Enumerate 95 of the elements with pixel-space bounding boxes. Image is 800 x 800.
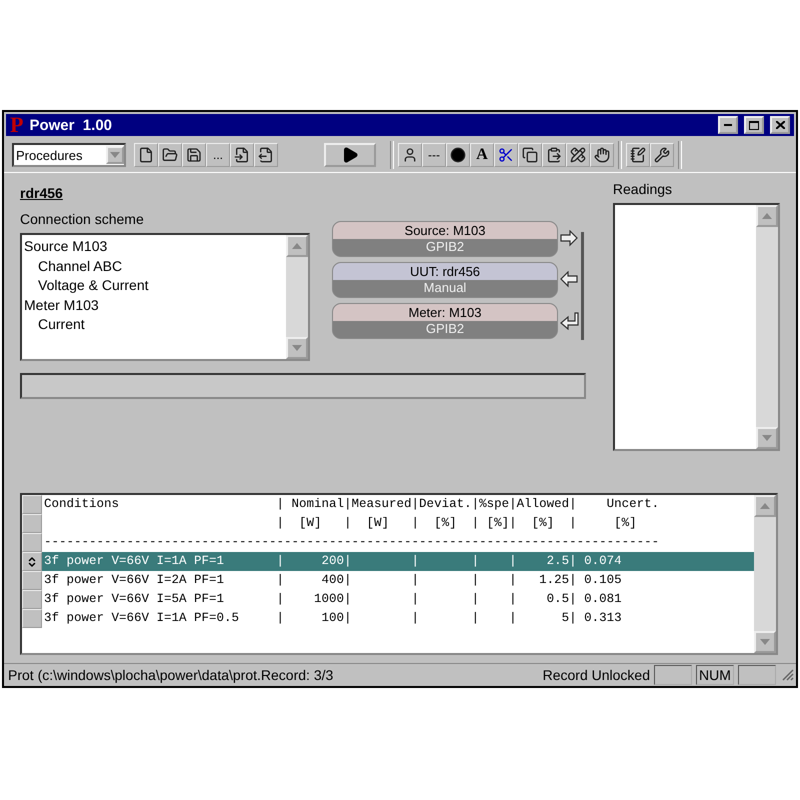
tree-item[interactable]: Voltage & Current [24,276,149,296]
copy-icon [522,147,538,163]
scrollbar[interactable] [286,235,308,359]
play-icon [341,146,359,164]
status-pane [738,665,776,685]
down-arrow-icon [292,345,302,351]
down-arrow-icon [760,639,770,645]
notepad-icon [630,147,646,163]
new-file-icon [138,147,154,163]
tree-item[interactable]: Current [24,315,85,334]
head-icon [402,147,418,163]
close-icon [776,121,784,129]
window-title: Power 1.00 [29,116,113,134]
minimize-icon [724,124,732,126]
open-folder-icon [162,147,178,163]
table-row[interactable]: ---------------------------------------------------------------------------------- [42,533,754,552]
file-path: Prot (c:\windows\plocha\power\data\prot. [8,667,261,683]
table-row[interactable]: 3f power V=66V I=2A PF=1 | 400| | | | 1.25| 0.105 [42,571,754,590]
procedures-dropdown[interactable]: Procedures [12,143,126,167]
tree-item[interactable]: Channel ABC [24,256,122,276]
scroll-up-button[interactable] [286,235,308,257]
resize-grip-icon [782,669,794,681]
toolbar-button[interactable]: --- [422,143,446,167]
num-lock-indicator: NUM [696,665,734,685]
scroll-down-button[interactable] [756,427,778,449]
app-logo: P [10,115,24,135]
toolbar-button[interactable] [542,143,566,167]
right-arrow-icon [560,230,579,248]
lock-status: Record Unlocked [542,667,650,683]
toolbar-button[interactable] [182,143,206,167]
export-file-icon [258,147,274,163]
wrench-icon [654,147,670,163]
tree-item[interactable]: Source M103 [24,237,108,256]
pencil-ruler-icon [570,147,586,163]
row-selector[interactable] [22,552,42,571]
scissors-icon [498,147,514,163]
device-title: UUT: rdr456 [333,263,557,280]
toolbar-button[interactable] [254,143,278,167]
paste-icon [546,147,562,163]
toolbar-button[interactable] [446,143,470,167]
device-title: Meter: M103 [333,304,557,321]
down-arrow-icon [762,435,772,441]
dropdown-button[interactable] [106,146,124,164]
scroll-up-button[interactable] [754,495,776,517]
dropdown-arrow-icon [110,152,120,158]
device-port: Manual [422,280,468,296]
up-arrow-icon [292,243,302,249]
toolbar-button[interactable] [134,143,158,167]
up-arrow-icon [762,213,772,219]
toolbar-button[interactable] [518,143,542,167]
table-row[interactable]: 3f power V=66V I=1A PF=1 | 200| | | | 2.5| 0.074 [42,552,754,571]
scroll-down-button[interactable] [286,337,308,359]
current-row-icon [26,556,38,568]
left-arrow-icon [560,271,579,289]
tree-item[interactable]: Meter M103 [24,296,99,315]
toolbar-button[interactable] [650,143,674,167]
import-file-icon [234,147,250,163]
scroll-up-button[interactable] [756,205,778,227]
toolbar-button[interactable] [158,143,182,167]
scrollbar[interactable] [756,205,778,449]
toolbar-button[interactable]: A [470,143,494,167]
up-arrow-icon [760,503,770,509]
scroll-down-button[interactable] [754,631,776,653]
toolbar-button[interactable] [626,143,650,167]
toolbar-button[interactable] [566,143,590,167]
table-row[interactable]: Conditions | Nominal|Measured|Deviat.|%spe|Allowed| Uncert. [42,495,754,514]
toolbar-button[interactable] [398,143,422,167]
toolbar-button[interactable] [590,143,614,167]
table-row[interactable]: | [W] | [W] | [%] | [%]| [%] | [%] [42,514,754,533]
hand-icon [594,147,610,163]
device-block[interactable]: Meter: M103 GPIB2 [332,303,558,339]
run-button[interactable] [324,143,376,167]
status-pane [654,665,692,685]
toolbar-button[interactable] [494,143,518,167]
toolbar-button[interactable] [230,143,254,167]
maximize-icon [749,120,759,130]
device-title: Source: M103 [333,222,557,239]
maximize-button[interactable] [744,116,764,134]
table-row[interactable]: 3f power V=66V I=5A PF=1 | 1000| | | | 0.5| 0.081 [42,590,754,609]
device-block[interactable]: Source: M103 GPIB2 [332,221,558,257]
dot-icon [450,147,466,163]
device-block[interactable]: UUT: rdr456 Manual [332,262,558,298]
connection-scheme-label: Connection scheme [20,211,144,227]
toolbar-button[interactable]: ... [206,143,230,167]
close-button[interactable] [770,116,790,134]
table-row[interactable]: 3f power V=66V I=1A PF=0.5 | 100| | | | 5| 0.313 [42,609,754,628]
save-icon [186,147,202,163]
readings-label: Readings [612,181,672,197]
unit-name: rdr456 [20,185,63,201]
device-port: GPIB2 [424,321,466,337]
device-port: GPIB2 [424,239,466,255]
scrollbar[interactable] [754,495,776,653]
record-position: Record: 3/3 [260,667,334,683]
return-arrow-icon [560,312,579,330]
minimize-button[interactable] [718,116,738,134]
